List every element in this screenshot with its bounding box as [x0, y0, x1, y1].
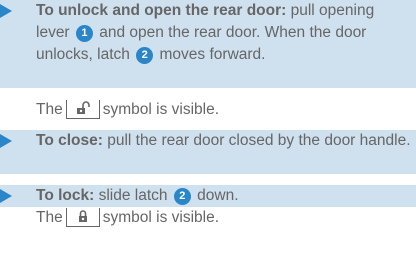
note-unlocked: The symbol is visible. [36, 99, 412, 121]
callout-number: 1 [75, 25, 93, 42]
note-text: symbol is visible. [102, 209, 219, 226]
step-text: To lock: slide latch 2 down. [36, 185, 412, 207]
step-body: pull the rear door closed by the door ha… [102, 132, 411, 149]
step-text: To close: pull the rear door closed by t… [36, 130, 412, 152]
locked-padlock-icon [65, 208, 100, 227]
step-unlock-open: To unlock and open the rear door: pull o… [0, 0, 416, 88]
note-text: The [36, 101, 63, 118]
step-label: To close: [36, 132, 103, 149]
instruction-page: To unlock and open the rear door: pull o… [0, 0, 416, 256]
step-text: To unlock and open the rear door: pull o… [36, 0, 412, 66]
note-text: symbol is visible. [102, 101, 219, 118]
step-marker-icon [0, 189, 12, 203]
step-body: slide latch [94, 187, 172, 204]
note-locked: The symbol is visible. [36, 207, 412, 229]
step-body: down. [192, 187, 239, 204]
step-body: moves forward. [155, 46, 266, 63]
callout-number: 2 [136, 47, 154, 64]
unlocked-padlock-icon [65, 100, 100, 119]
step-marker-icon [0, 4, 12, 18]
step-lock: To lock: slide latch 2 down. [0, 185, 416, 207]
step-label: To unlock and open the rear door: [36, 2, 287, 19]
step-marker-icon [0, 134, 12, 148]
step-label: To lock: [36, 187, 95, 204]
step-close: To close: pull the rear door closed by t… [0, 130, 416, 174]
note-text: The [36, 209, 63, 226]
callout-number: 2 [173, 188, 191, 205]
